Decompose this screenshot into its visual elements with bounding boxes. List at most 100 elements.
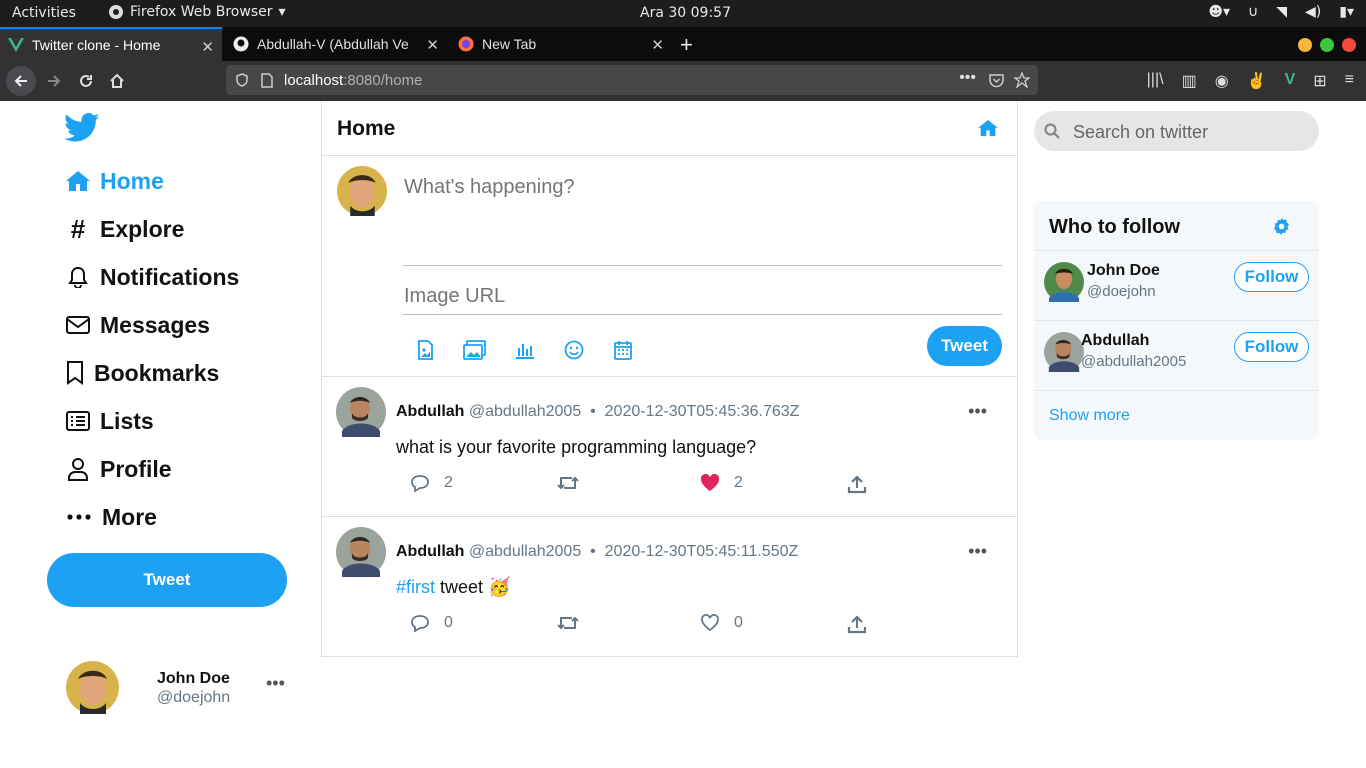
app-menu[interactable]: Firefox Web Browser ▾ [108, 4, 286, 20]
nav-profile-label: Profile [100, 455, 172, 482]
current-user-card[interactable]: John Doe @doejohn ••• [66, 661, 326, 715]
star-icon[interactable] [1014, 72, 1030, 88]
retweet-icon [557, 476, 579, 490]
forward-button[interactable] [40, 67, 68, 95]
magnet-icon[interactable]: ∪ [1248, 4, 1258, 20]
hashtag-link[interactable]: #first [396, 577, 435, 597]
extension-icon[interactable]: ✌ [1247, 71, 1267, 91]
page-actions-icon[interactable]: ••• [959, 69, 976, 87]
nav-notifications[interactable]: Notifications [64, 263, 239, 291]
suggestion-name[interactable]: John Doe [1087, 262, 1160, 280]
tab-github[interactable]: Abdullah-V (Abdullah Ve ✕ [225, 27, 447, 61]
url-text: localhost:8080/home [284, 72, 423, 89]
back-button[interactable] [6, 66, 36, 96]
search-box[interactable]: Search on twitter [1034, 111, 1319, 151]
tweet-handle[interactable]: @abdullah2005 [469, 543, 581, 560]
tweet-author[interactable]: Abdullah [396, 543, 464, 560]
twitter-logo-icon[interactable] [64, 113, 100, 143]
tweet-timestamp: 2020-12-30T05:45:11.550Z [604, 543, 799, 560]
tab-title: Abdullah-V (Abdullah Ve [257, 36, 409, 52]
share-button[interactable] [847, 474, 867, 494]
left-sidebar: Home # Explore Notifications Messages Bo… [0, 101, 320, 768]
nav-profile[interactable]: Profile [64, 455, 172, 483]
tweet-actions: 0 0 [410, 614, 870, 636]
avatar[interactable] [1044, 332, 1084, 372]
sidebar-icon[interactable]: ▥ [1182, 71, 1197, 91]
tweet-text-input[interactable]: What's happening? [404, 176, 575, 199]
home-icon[interactable] [977, 119, 999, 137]
clock[interactable]: Ara 30 09:57 [640, 5, 731, 21]
tab-new-tab[interactable]: New Tab ✕ [450, 27, 672, 61]
more-options-icon[interactable]: ••• [266, 673, 285, 694]
nav-bookmarks[interactable]: Bookmarks [64, 359, 219, 387]
nav-lists[interactable]: Lists [64, 407, 154, 435]
sidebar-tweet-button[interactable]: Tweet [47, 553, 287, 607]
tab-twitter-clone[interactable]: Twitter clone - Home ✕ [0, 27, 222, 61]
schedule-icon[interactable] [612, 339, 634, 361]
system-tray[interactable]: ☻▾ ∪ ◥ ◀) ▮▾ [1208, 4, 1354, 20]
vue-icon [8, 38, 24, 52]
hamburger-menu-icon[interactable]: ≡ [1345, 71, 1354, 91]
window-controls [1298, 38, 1356, 52]
nav-messages[interactable]: Messages [64, 311, 210, 339]
close-window-button[interactable] [1342, 38, 1356, 52]
who-to-follow-panel: Who to follow John Doe @doejohn Follow A… [1034, 201, 1319, 440]
volume-icon[interactable]: ◀) [1305, 4, 1321, 20]
avatar[interactable] [336, 387, 386, 437]
close-icon[interactable]: ✕ [201, 38, 214, 56]
reply-count: 2 [444, 474, 453, 491]
avatar[interactable] [1044, 262, 1084, 302]
like-button[interactable]: 2 [700, 474, 743, 492]
account-icon[interactable]: ◉ [1215, 71, 1229, 91]
battery-icon[interactable]: ▮▾ [1339, 4, 1354, 20]
retweet-button[interactable] [556, 614, 580, 632]
nav-home[interactable]: Home [64, 167, 164, 195]
arrow-left-icon [14, 75, 27, 87]
poll-icon[interactable] [514, 339, 536, 361]
reload-button[interactable] [72, 67, 100, 95]
show-more-link[interactable]: Show more [1049, 407, 1130, 425]
retweet-button[interactable] [556, 474, 580, 492]
nav-explore[interactable]: # Explore [64, 214, 185, 244]
follow-button[interactable]: Follow [1234, 332, 1309, 362]
library-icon[interactable]: |||\ [1147, 71, 1164, 91]
home-button[interactable] [103, 67, 131, 95]
url-bar[interactable]: localhost:8080/home ••• [226, 65, 1038, 95]
tweet-more-icon[interactable]: ••• [968, 541, 987, 562]
emoji-icon[interactable] [563, 339, 585, 361]
nav-more[interactable]: More [64, 503, 157, 531]
extensions-icon[interactable]: ⊞ [1313, 71, 1326, 91]
image-url-input[interactable]: Image URL [404, 285, 505, 308]
search-input[interactable]: Search on twitter [1073, 122, 1208, 143]
gallery-icon[interactable] [463, 339, 487, 361]
compose-tweet-button[interactable]: Tweet [927, 326, 1002, 366]
follow-button[interactable]: Follow [1234, 262, 1309, 292]
pocket-icon[interactable] [989, 73, 1004, 88]
gear-icon[interactable] [1272, 217, 1291, 236]
suggestion-name[interactable]: Abdullah [1081, 332, 1149, 350]
heart-filled-icon [700, 474, 720, 491]
close-icon[interactable]: ✕ [426, 36, 439, 54]
tweet-handle[interactable]: @abdullah2005 [469, 403, 581, 420]
vue-devtools-icon[interactable]: V [1285, 71, 1296, 91]
tweet-author[interactable]: Abdullah [396, 403, 464, 420]
heart-outline-icon [701, 614, 719, 632]
avatar[interactable] [336, 527, 386, 577]
reload-icon [80, 75, 92, 87]
page-title: Home [337, 117, 396, 140]
reply-button[interactable]: 0 [410, 614, 453, 632]
maximize-button[interactable] [1320, 38, 1334, 52]
close-icon[interactable]: ✕ [651, 36, 664, 54]
emoji-indicator-icon[interactable]: ☻▾ [1208, 4, 1230, 20]
tweet-meta: Abdullah @abdullah2005 • 2020-12-30T05:4… [396, 403, 799, 421]
reply-button[interactable]: 2 [410, 474, 453, 492]
browser-toolbar: localhost:8080/home ••• |||\ ▥ ◉ ✌ V ⊞ ≡ [0, 61, 1366, 101]
share-button[interactable] [847, 614, 867, 634]
new-tab-button[interactable]: + [680, 32, 693, 58]
tweet-more-icon[interactable]: ••• [968, 401, 987, 422]
minimize-button[interactable] [1298, 38, 1312, 52]
image-icon[interactable] [414, 339, 436, 361]
wifi-icon[interactable]: ◥ [1276, 4, 1287, 20]
activities-button[interactable]: Activities [12, 5, 76, 21]
like-button[interactable]: 0 [700, 614, 743, 632]
